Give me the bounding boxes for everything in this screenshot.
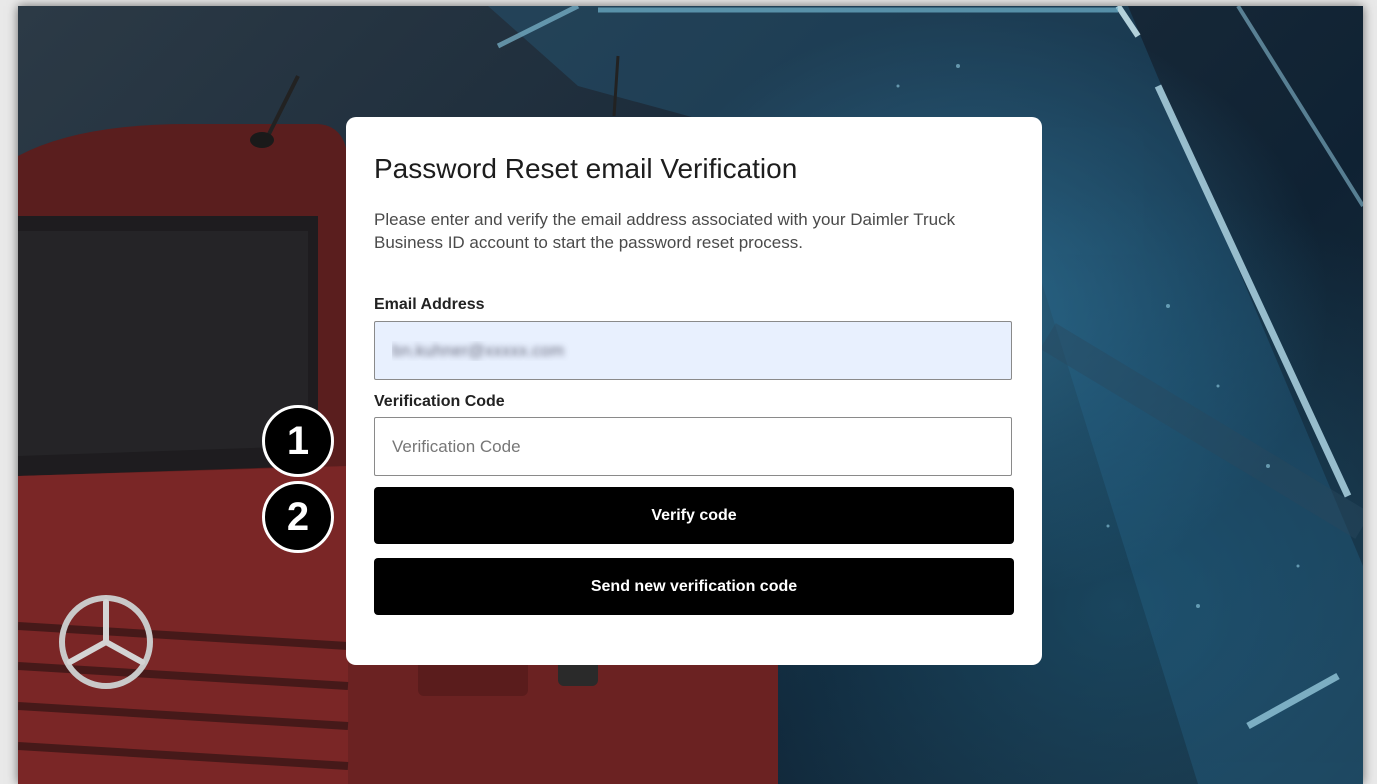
verification-code-label: Verification Code [374, 393, 505, 410]
page-background: Password Reset email Verification Please… [18, 6, 1363, 784]
email-field[interactable] [374, 321, 1012, 380]
password-reset-card: Password Reset email Verification Please… [346, 117, 1042, 665]
verification-code-input[interactable] [374, 417, 1012, 476]
send-new-code-button[interactable]: Send new verification code [374, 558, 1014, 615]
card-title: Password Reset email Verification [374, 153, 798, 184]
step-2-badge: 2 [262, 481, 334, 553]
step-1-badge: 1 [262, 405, 334, 477]
verify-code-button[interactable]: Verify code [374, 487, 1014, 544]
card-description: Please enter and verify the email addres… [374, 210, 956, 252]
email-label: Email Address [374, 296, 485, 313]
